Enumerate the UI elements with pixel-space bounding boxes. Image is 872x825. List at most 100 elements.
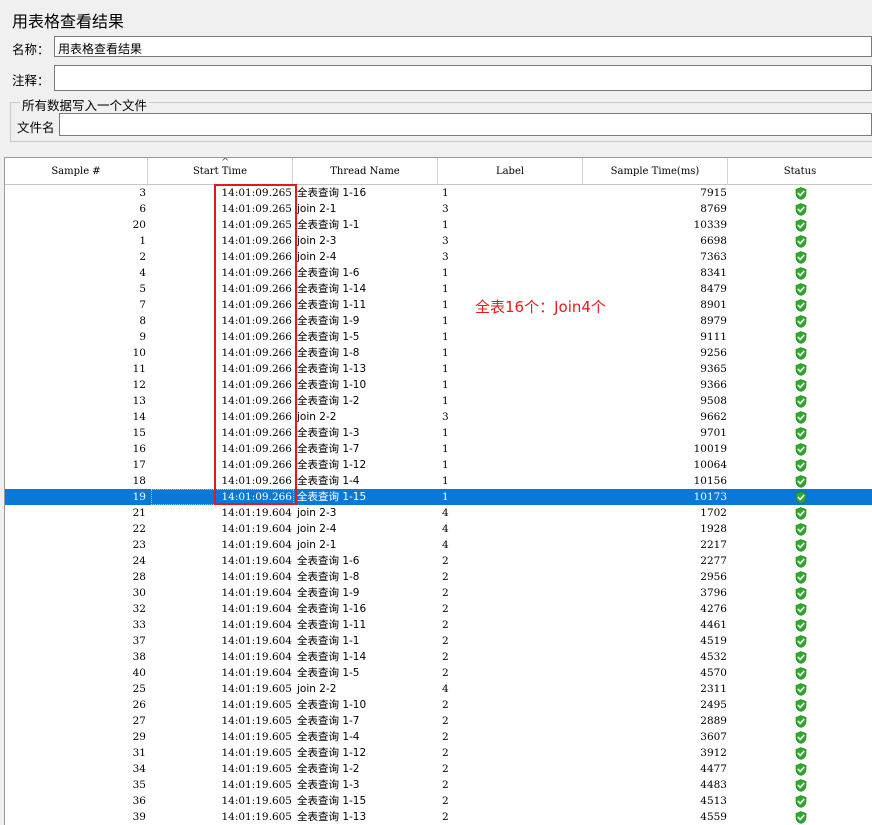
table-row[interactable]: 18 14:01:09.266 全表查询 1-4 1 10156 [5,473,872,489]
cell-thread-name: 全表查询 1-1 [297,219,360,231]
table-row[interactable]: 7 14:01:09.266 全表查询 1-11 1 8901 [5,297,872,313]
table-row[interactable]: 20 14:01:09.265 全表查询 1-1 1 10339 [5,217,872,233]
table-row[interactable]: 24 14:01:19.604 全表查询 1-6 2 2277 [5,553,872,569]
cell-start-time: 14:01:09.266 [221,283,292,295]
write-to-file-group-title: 所有数据写入一个文件 [20,95,150,114]
table-row[interactable]: 38 14:01:19.604 全表查询 1-14 2 4532 [5,649,872,665]
cell-thread-name: 全表查询 1-5 [297,331,360,343]
table-row[interactable]: 6 14:01:09.265 join 2-1 3 8769 [5,201,872,217]
cell-sample-num: 19 [132,491,146,503]
name-label: 名称： [12,42,50,57]
cell-start-time: 14:01:19.604 [221,539,292,551]
table-row[interactable]: 33 14:01:19.604 全表查询 1-11 2 4461 [5,617,872,633]
table-row[interactable]: 26 14:01:19.605 全表查询 1-10 2 2495 [5,697,872,713]
table-row[interactable]: 25 14:01:19.605 join 2-2 4 2311 [5,681,872,697]
table-row[interactable]: 37 14:01:19.604 全表查询 1-1 2 4519 [5,633,872,649]
table-row[interactable]: 31 14:01:19.605 全表查询 1-12 2 3912 [5,745,872,761]
shield-check-icon [795,203,807,216]
table-row[interactable]: 17 14:01:09.266 全表查询 1-12 1 10064 [5,457,872,473]
cell-label: 4 [442,507,449,519]
cell-label: 2 [442,795,449,807]
cell-status [791,681,811,697]
cell-thread-name: 全表查询 1-6 [297,555,360,567]
table-row[interactable]: 3 14:01:09.265 全表查询 1-16 1 7915 [5,185,872,201]
cell-thread-name: 全表查询 1-8 [297,347,360,359]
cell-sample-num: 7 [139,299,146,311]
results-table: Sample # Start Time Thread Name Label Sa… [4,157,872,825]
cell-thread-name: join 2-2 [297,411,337,423]
cell-label: 1 [442,283,449,295]
shield-check-icon [795,459,807,472]
shield-check-icon [795,347,807,360]
cell-thread-name: join 2-2 [297,683,337,695]
cell-thread-name: 全表查询 1-3 [297,779,360,791]
cell-sample-num: 6 [139,203,146,215]
filename-field[interactable] [59,113,872,136]
shield-check-icon [795,507,807,520]
table-row[interactable]: 28 14:01:19.604 全表查询 1-8 2 2956 [5,569,872,585]
cell-thread-name: 全表查询 1-4 [297,731,360,743]
table-row[interactable]: 1 14:01:09.266 join 2-3 3 6698 [5,233,872,249]
column-header-status[interactable]: Status [728,158,872,184]
table-row[interactable]: 10 14:01:09.266 全表查询 1-8 1 9256 [5,345,872,361]
column-header-label[interactable]: Label [438,158,583,184]
cell-sample-time: 2277 [700,555,727,567]
table-row[interactable]: 9 14:01:09.266 全表查询 1-5 1 9111 [5,329,872,345]
table-row[interactable]: 21 14:01:19.604 join 2-3 4 1702 [5,505,872,521]
table-row[interactable]: 34 14:01:19.605 全表查询 1-2 2 4477 [5,761,872,777]
table-row[interactable]: 2 14:01:09.266 join 2-4 3 7363 [5,249,872,265]
table-row[interactable]: 16 14:01:09.266 全表查询 1-7 1 10019 [5,441,872,457]
cell-sample-num: 39 [132,811,146,823]
table-row[interactable]: 23 14:01:19.604 join 2-1 4 2217 [5,537,872,553]
cell-sample-time: 4483 [700,779,727,791]
table-row[interactable]: 14 14:01:09.266 join 2-2 3 9662 [5,409,872,425]
cell-sample-time: 3912 [700,747,727,759]
table-row[interactable]: 4 14:01:09.266 全表查询 1-6 1 8341 [5,265,872,281]
table-row[interactable]: 5 14:01:09.266 全表查询 1-14 1 8479 [5,281,872,297]
table-row[interactable]: 13 14:01:09.266 全表查询 1-2 1 9508 [5,393,872,409]
cell-sample-time: 9508 [700,395,727,407]
column-header-sample-time[interactable]: Sample Time(ms) [583,158,728,184]
table-row[interactable]: 30 14:01:19.604 全表查询 1-9 2 3796 [5,585,872,601]
shield-check-icon [795,331,807,344]
table-row[interactable]: 40 14:01:19.604 全表查询 1-5 2 4570 [5,665,872,681]
cell-thread-name: 全表查询 1-2 [297,395,360,407]
name-field[interactable]: 用表格查看结果 [54,36,872,57]
table-row[interactable]: 12 14:01:09.266 全表查询 1-10 1 9366 [5,377,872,393]
table-row[interactable]: 29 14:01:19.605 全表查询 1-4 2 3607 [5,729,872,745]
table-row[interactable]: 32 14:01:19.604 全表查询 1-16 2 4276 [5,601,872,617]
cell-label: 4 [442,683,449,695]
table-row[interactable]: 36 14:01:19.605 全表查询 1-15 2 4513 [5,793,872,809]
comment-field[interactable] [54,65,872,91]
table-row[interactable]: 15 14:01:09.266 全表查询 1-3 1 9701 [5,425,872,441]
table-row[interactable]: 27 14:01:19.605 全表查询 1-7 2 2889 [5,713,872,729]
cell-start-time: 14:01:19.605 [221,699,292,711]
cell-label: 2 [442,651,449,663]
shield-check-icon [795,587,807,600]
column-header-thread-name[interactable]: Thread Name [293,158,438,184]
cell-sample-time: 8979 [700,315,727,327]
cell-status [791,569,811,585]
cell-status [791,217,811,233]
cell-label: 1 [442,491,449,503]
cell-thread-name: 全表查询 1-3 [297,427,360,439]
table-row[interactable]: 8 14:01:09.266 全表查询 1-9 1 8979 [5,313,872,329]
cell-label: 1 [442,219,449,231]
table-row[interactable]: 35 14:01:19.605 全表查询 1-3 2 4483 [5,777,872,793]
cell-thread-name: 全表查询 1-4 [297,475,360,487]
cell-thread-name: 全表查询 1-16 [297,603,367,615]
column-header-sample-num[interactable]: Sample # [5,158,148,184]
cell-status [791,777,811,793]
cell-start-time: 14:01:19.604 [221,555,292,567]
table-row[interactable]: 39 14:01:19.605 全表查询 1-13 2 4559 [5,809,872,825]
table-row[interactable]: 22 14:01:19.604 join 2-4 4 1928 [5,521,872,537]
cell-sample-time: 8901 [700,299,727,311]
cell-thread-name: 全表查询 1-15 [297,795,367,807]
shield-check-icon [795,523,807,536]
table-row[interactable]: 11 14:01:09.266 全表查询 1-13 1 9365 [5,361,872,377]
cell-start-time: 14:01:19.604 [221,619,292,631]
cell-start-time: 14:01:09.265 [221,219,292,231]
cell-thread-name: 全表查询 1-1 [297,635,360,647]
table-row[interactable]: 19 14:01:09.266 全表查询 1-15 1 10173 [5,489,872,505]
cell-sample-num: 17 [132,459,146,471]
